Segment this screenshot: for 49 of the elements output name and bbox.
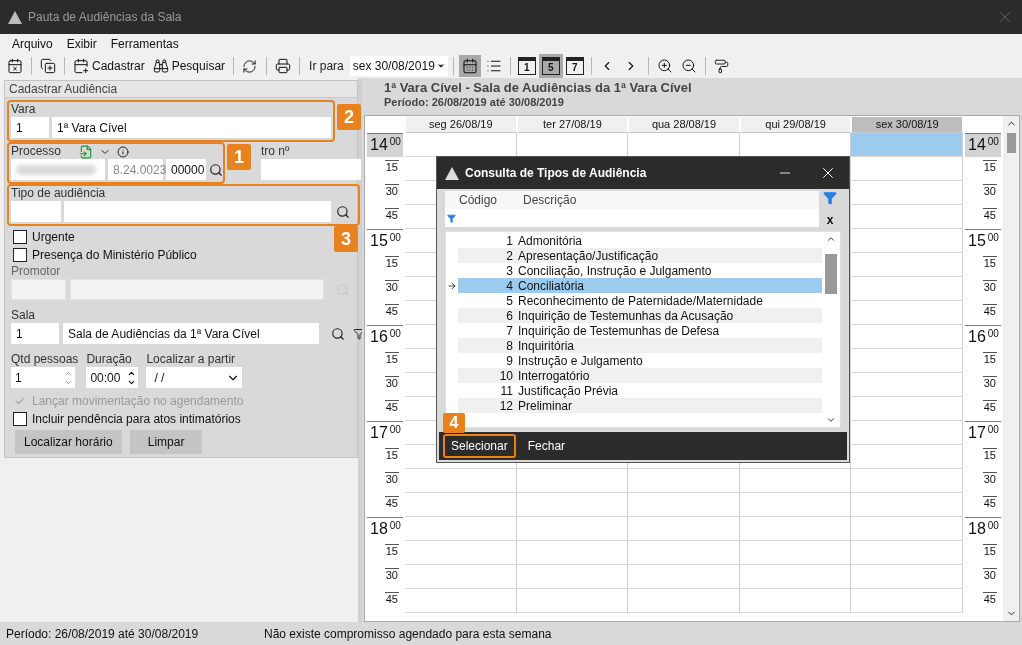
callout-badge: 4: [443, 413, 465, 433]
description-cell: Justificação Prévia: [518, 383, 619, 398]
field-label: Tipo de audiência: [11, 186, 107, 201]
code-cell-text: 6: [505, 308, 514, 323]
description-cell: Conciliação, Instrução e Julgamento: [518, 263, 712, 278]
description-cell: Inquirição de Testemunhas de Defesa: [518, 323, 720, 338]
callout-badge: 2: [337, 104, 361, 130]
description-cell: Reconhecimento de Paternidade/Maternidade: [518, 293, 763, 308]
field-label: Duração: [86, 352, 133, 367]
description-cell: Preliminar: [518, 398, 572, 413]
callout-badge: 3: [334, 226, 358, 252]
code-cell-text: 5: [505, 293, 514, 308]
code-cell-text: 8: [505, 338, 514, 353]
description-cell: Inquiritória: [518, 338, 575, 353]
code-cell-text: 11: [499, 383, 514, 398]
code-cell-text: 10: [498, 368, 514, 383]
field-label: Localizar a partir: [146, 352, 237, 367]
code-cell-text: 4: [505, 278, 514, 293]
field-label: Vara: [11, 102, 37, 117]
callout-badge: 1: [227, 144, 251, 170]
calendar-title: 1ª Vara Cível - Sala de Audiências da 1ª Vara Cível: [383, 79, 693, 96]
field-label: Promotor: [11, 264, 62, 279]
checkbox-label: Lançar movimentação no agendamento: [32, 394, 244, 408]
field-label: Sala: [11, 308, 37, 323]
code-cell-text: 2: [505, 248, 514, 263]
description-cell: Inquirição de Testemunhas da Acusação: [518, 308, 734, 323]
field-label: Qtd pessoas: [11, 352, 79, 367]
description-cell: Conciliatória: [518, 278, 585, 293]
checkbox-label: Presença do Ministério Público: [32, 248, 197, 262]
dialog-title: Consulta de Tipos de Audiência: [465, 166, 648, 180]
code-cell-text: 7: [505, 323, 514, 338]
code-cell-text: 3: [505, 263, 514, 278]
description-cell: Apresentação/Justificação: [518, 248, 659, 263]
section-title: Cadastrar Audiência: [5, 81, 357, 98]
period-label: Período: 26/08/2019 até 30/08/2019: [383, 96, 565, 110]
field-label: tro nº: [261, 144, 291, 159]
description-cell: Interrogatório: [518, 368, 590, 383]
checkbox-label: Urgente: [32, 230, 75, 244]
description-cell: Instrução e Julgamento: [518, 353, 643, 368]
window-title: Pauta de Audiências da Sala: [28, 10, 183, 24]
field-label: Processo: [11, 144, 63, 159]
code-cell-text: 9: [505, 353, 514, 368]
status-text: Período: 26/08/2019 até 30/08/2019: [6, 626, 200, 641]
description-cell: Admonitória: [518, 233, 583, 248]
status-text: Não existe compromisso agendado para esta semana: [264, 626, 553, 641]
checkbox-label: Incluir pendência para atos intimatórios: [32, 412, 241, 426]
goto-label: Ir para: [309, 59, 344, 73]
code-cell-text: 1: [505, 233, 514, 248]
code-cell-text: 12: [498, 398, 514, 413]
